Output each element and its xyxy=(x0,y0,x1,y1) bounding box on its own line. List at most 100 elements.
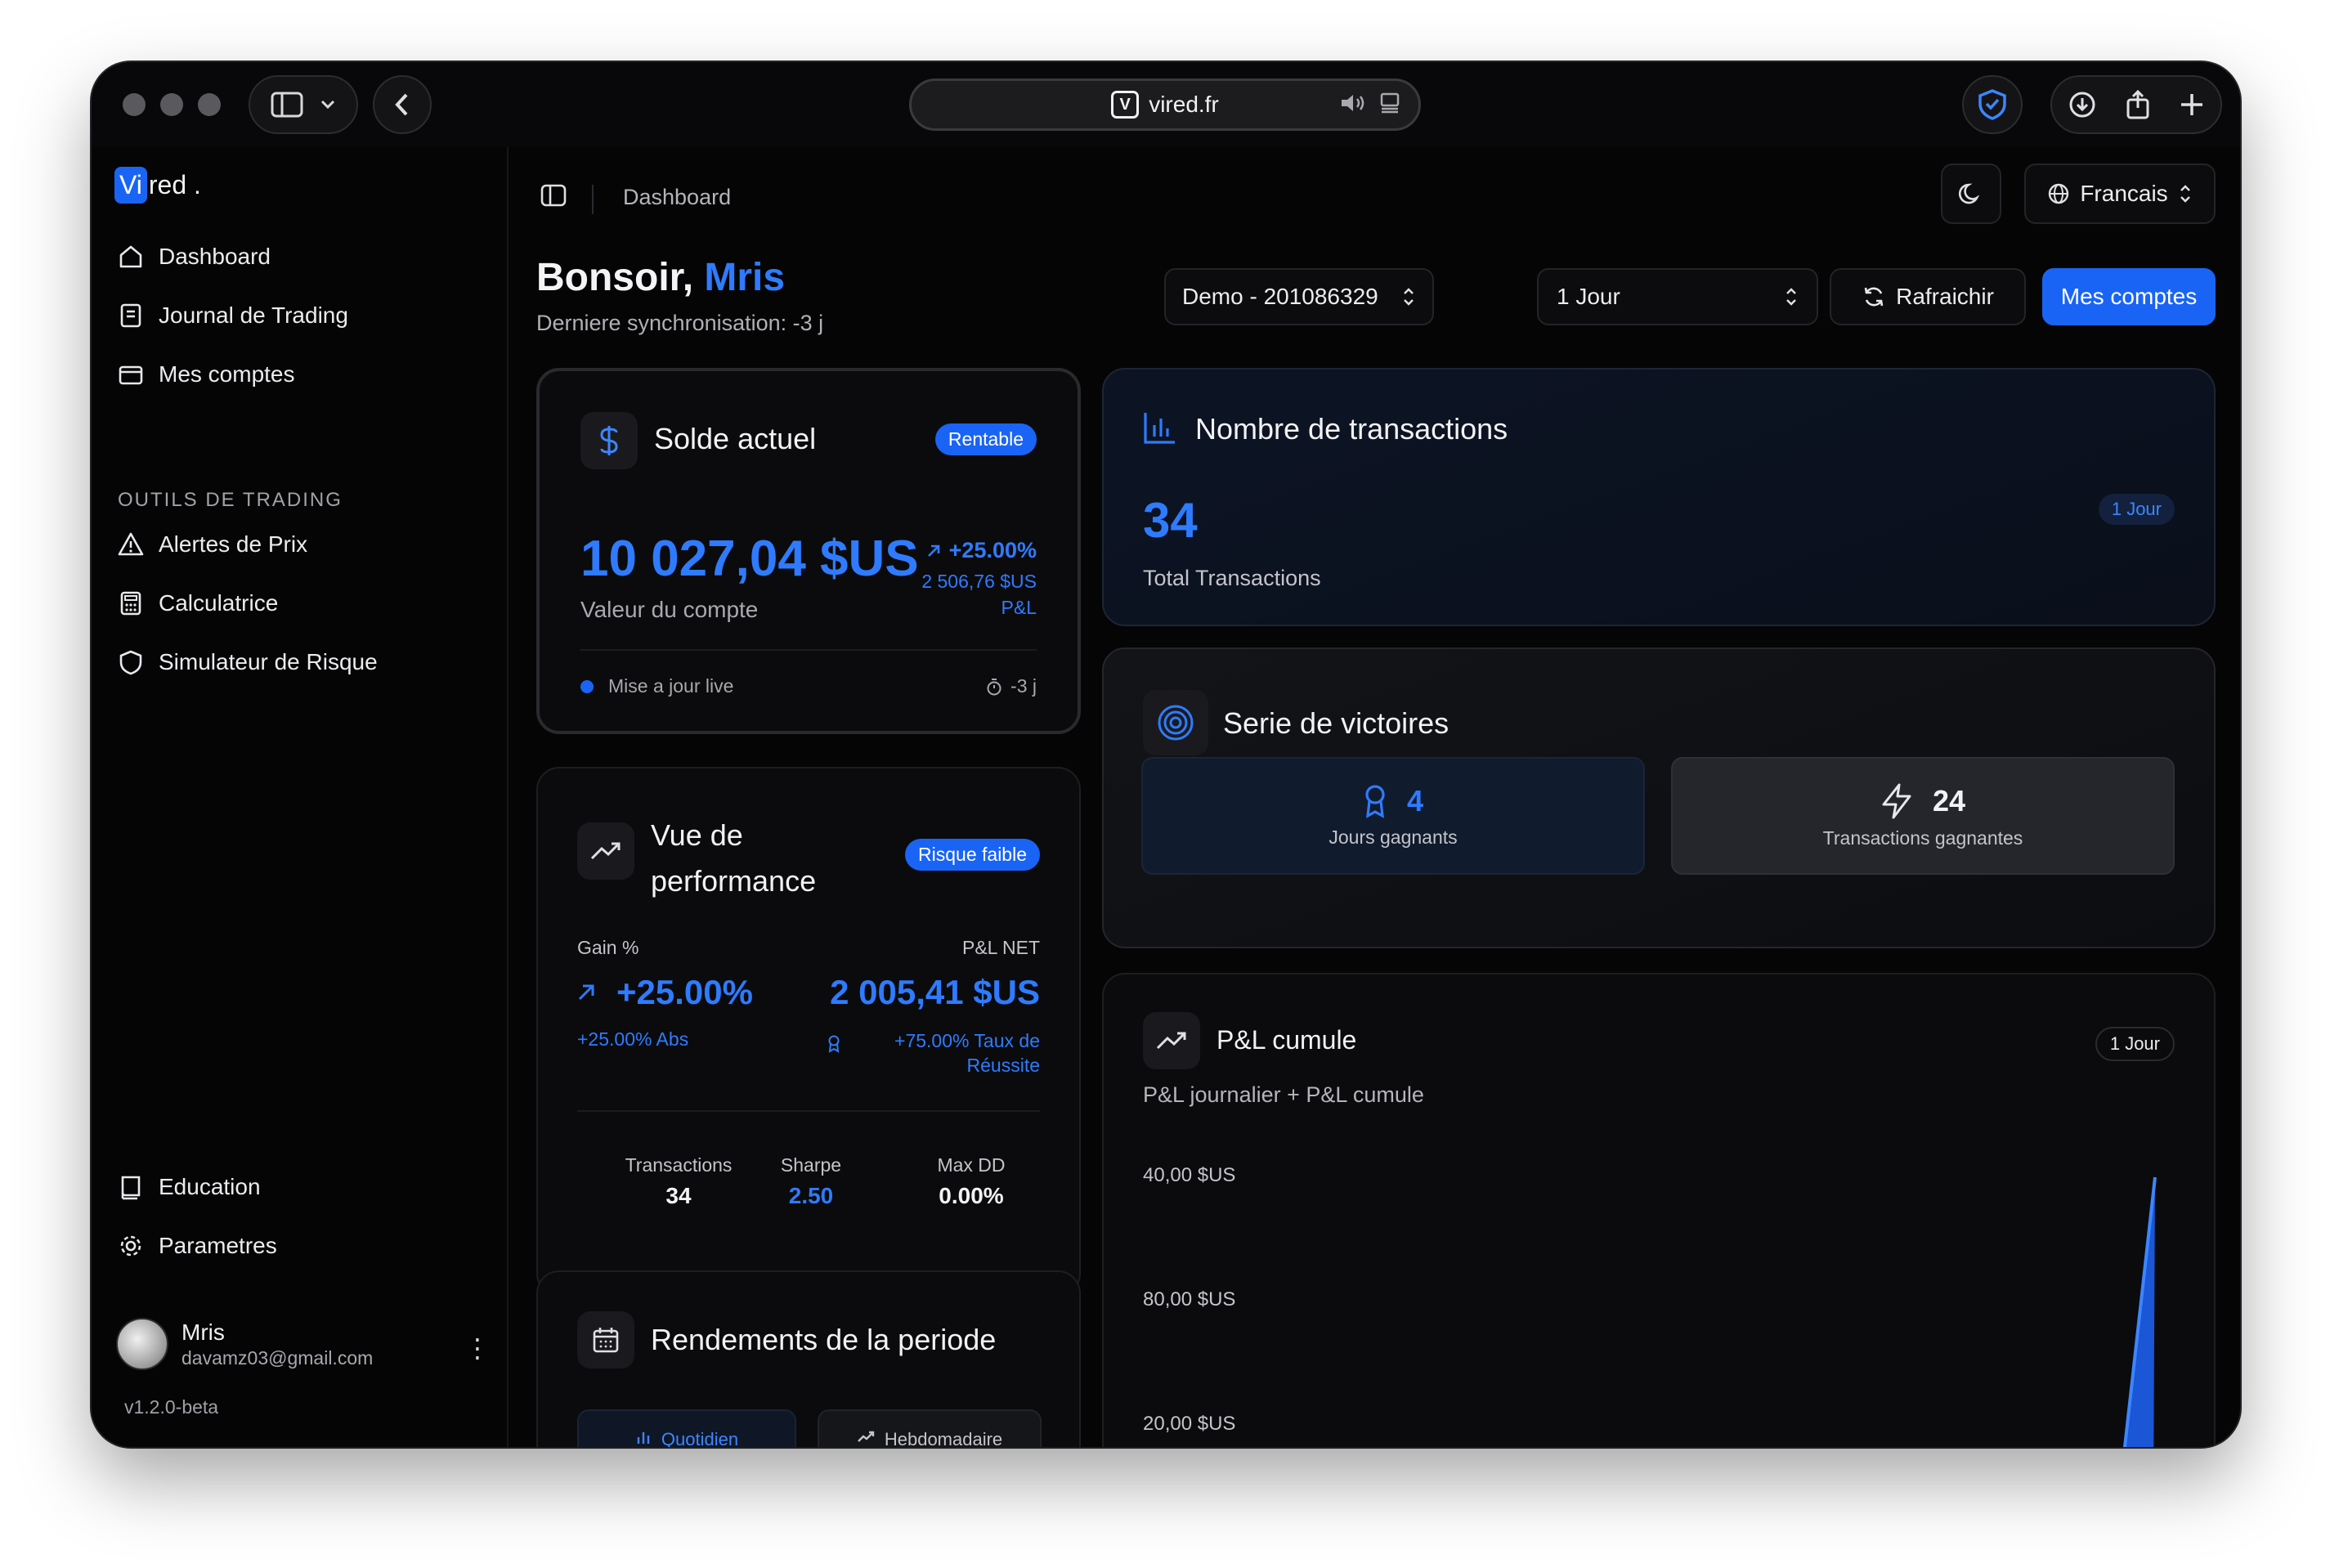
account-select-value: Demo - 201086329 xyxy=(1182,284,1378,309)
live-label: Mise a jour live xyxy=(608,675,734,697)
theme-toggle-button[interactable] xyxy=(1941,164,2001,224)
sidebar-item-label: Dashboard xyxy=(159,244,271,269)
browser-window: V vired.fr Vi red . Dashboard Journal de… xyxy=(92,62,2240,1447)
winning-days-value: 4 xyxy=(1406,783,1424,818)
sidebar-item-price-alerts[interactable]: Alertes de Prix xyxy=(118,531,307,558)
balance-title: Solde actuel xyxy=(654,422,817,455)
transactions-value: 34 xyxy=(1143,493,1198,548)
account-select[interactable]: Demo - 201086329 xyxy=(1164,268,1434,325)
new-tab-icon[interactable] xyxy=(2180,92,2204,117)
live-update-status: Mise a jour live xyxy=(580,675,733,697)
balance-change-label: P&L xyxy=(1001,597,1037,618)
performance-title-line2: performance xyxy=(651,864,817,898)
browser-toolbar: V vired.fr xyxy=(92,62,2240,147)
tab-weekly[interactable]: Hebdomadaire xyxy=(818,1409,1042,1447)
address-bar[interactable]: V vired.fr xyxy=(909,78,1421,131)
stat-value: 0.00% xyxy=(939,1183,1004,1208)
period-badge: 1 Jour xyxy=(2098,494,2175,525)
shield-icon xyxy=(119,650,142,675)
sidebar-toggle-button[interactable] xyxy=(249,75,358,134)
book-icon xyxy=(121,1176,141,1200)
dollar-icon-box xyxy=(580,412,638,469)
user-profile[interactable]: Mris davamz03@gmail.com xyxy=(116,1318,373,1370)
tab-daily[interactable]: Quotidien xyxy=(577,1409,796,1447)
home-icon xyxy=(119,245,142,268)
shield-extension-button[interactable] xyxy=(1962,75,2023,134)
calendar-icon-box xyxy=(577,1311,634,1369)
sidebar-item-risk-simulator[interactable]: Simulateur de Risque xyxy=(118,649,378,675)
window-controls xyxy=(123,93,221,116)
win-streak-title: Serie de victoires xyxy=(1223,706,1450,740)
balance-caption: Valeur du compte xyxy=(580,597,759,622)
shield-icon xyxy=(1978,89,2006,120)
minimize-window-button[interactable] xyxy=(160,93,183,116)
collapse-sidebar-button[interactable] xyxy=(531,173,576,217)
last-sync-text: Derniere synchronisation: -3 j xyxy=(536,311,824,335)
zoom-window-button[interactable] xyxy=(198,93,221,116)
close-window-button[interactable] xyxy=(123,93,146,116)
balance-change: +25.00% xyxy=(926,538,1037,563)
trend-icon-box xyxy=(1143,1012,1200,1069)
sidebar-item-dashboard[interactable]: Dashboard xyxy=(118,244,271,270)
back-button[interactable] xyxy=(373,75,432,134)
tab-label: Quotidien xyxy=(661,1429,739,1447)
sidebar-item-label: Education xyxy=(159,1174,261,1199)
y-tick-label: 40,00 $US xyxy=(1143,1164,1236,1186)
browser-actions xyxy=(2050,75,2222,134)
cumulative-pnl-area xyxy=(2122,1176,2157,1447)
y-tick-label: 80,00 $US xyxy=(1143,1288,1236,1310)
refresh-icon xyxy=(1864,287,1884,307)
win-rate-line2: Réussite xyxy=(966,1055,1040,1076)
sidebar: Vi red . Dashboard Journal de Trading Me… xyxy=(92,147,509,1447)
performance-card: Vue de performance Risque faible Gain % … xyxy=(536,767,1081,1297)
user-menu-button[interactable]: ⋮ xyxy=(464,1333,491,1364)
performance-title-line1: Vue de xyxy=(651,818,743,852)
moon-icon xyxy=(1959,183,1980,204)
balance-change-pct: +25.00% xyxy=(948,538,1037,562)
speaker-icon[interactable] xyxy=(1340,92,1366,114)
refresh-label: Rafraichir xyxy=(1896,284,1994,309)
user-name: Mris xyxy=(181,1319,225,1345)
period-select[interactable]: 1 Jour xyxy=(1537,268,1818,325)
period-returns-card: Rendements de la periode Quotidien Hebdo… xyxy=(536,1270,1081,1447)
sidebar-item-journal[interactable]: Journal de Trading xyxy=(118,302,348,329)
sidebar-item-accounts[interactable]: Mes comptes xyxy=(118,361,295,388)
award-icon xyxy=(1365,784,1385,818)
net-pnl-label: P&L NET xyxy=(961,937,1040,958)
wallet-icon xyxy=(119,365,143,385)
y-tick-label: 20,00 $US xyxy=(1143,1413,1236,1435)
sidebar-item-label: Parametres xyxy=(159,1233,277,1258)
download-icon[interactable] xyxy=(2068,91,2096,119)
stat-value: 2.50 xyxy=(788,1183,834,1208)
greeting-user-name: Mris xyxy=(704,256,786,299)
gain-value: +25.00% xyxy=(577,973,753,1012)
stat-sharpe: Sharpe 2.50 xyxy=(729,1154,893,1209)
sidebar-item-settings[interactable]: Parametres xyxy=(118,1233,277,1259)
sidebar-item-label: Calculatrice xyxy=(159,590,279,616)
winning-days-box: 4 Jours gagnants xyxy=(1141,757,1645,875)
sidebar-item-calculator[interactable]: Calculatrice xyxy=(118,590,278,616)
gain-value-text: +25.00% xyxy=(616,973,753,1011)
sidebar-item-label: Simulateur de Risque xyxy=(159,649,378,674)
tab-label: Hebdomadaire xyxy=(884,1429,1003,1447)
chevron-updown-icon xyxy=(1404,288,1414,306)
period-select-value: 1 Jour xyxy=(1557,284,1620,309)
winning-trades-box: 24 Transactions gagnantes xyxy=(1671,757,2175,875)
timer-icon xyxy=(987,678,1001,695)
greeting-text: Bonsoir, xyxy=(536,256,694,299)
avatar xyxy=(116,1318,168,1370)
reader-icon[interactable] xyxy=(1379,92,1400,114)
winning-trades-value: 24 xyxy=(1932,783,1966,818)
my-accounts-button[interactable]: Mes comptes xyxy=(2042,268,2216,325)
sidebar-item-education[interactable]: Education xyxy=(118,1174,261,1200)
share-icon[interactable] xyxy=(2126,90,2150,119)
trend-icon-box xyxy=(577,822,634,880)
trending-up-icon xyxy=(857,1431,875,1442)
app-logo[interactable]: Vi red . xyxy=(114,167,201,204)
warning-icon xyxy=(118,532,144,556)
language-select[interactable]: Francais xyxy=(2024,164,2216,224)
sidebar-icon xyxy=(540,184,567,207)
refresh-button[interactable]: Rafraichir xyxy=(1830,268,2026,325)
balance-value: 10 027,04 $US xyxy=(580,531,919,587)
gain-abs: +25.00% Abs xyxy=(577,1028,689,1050)
